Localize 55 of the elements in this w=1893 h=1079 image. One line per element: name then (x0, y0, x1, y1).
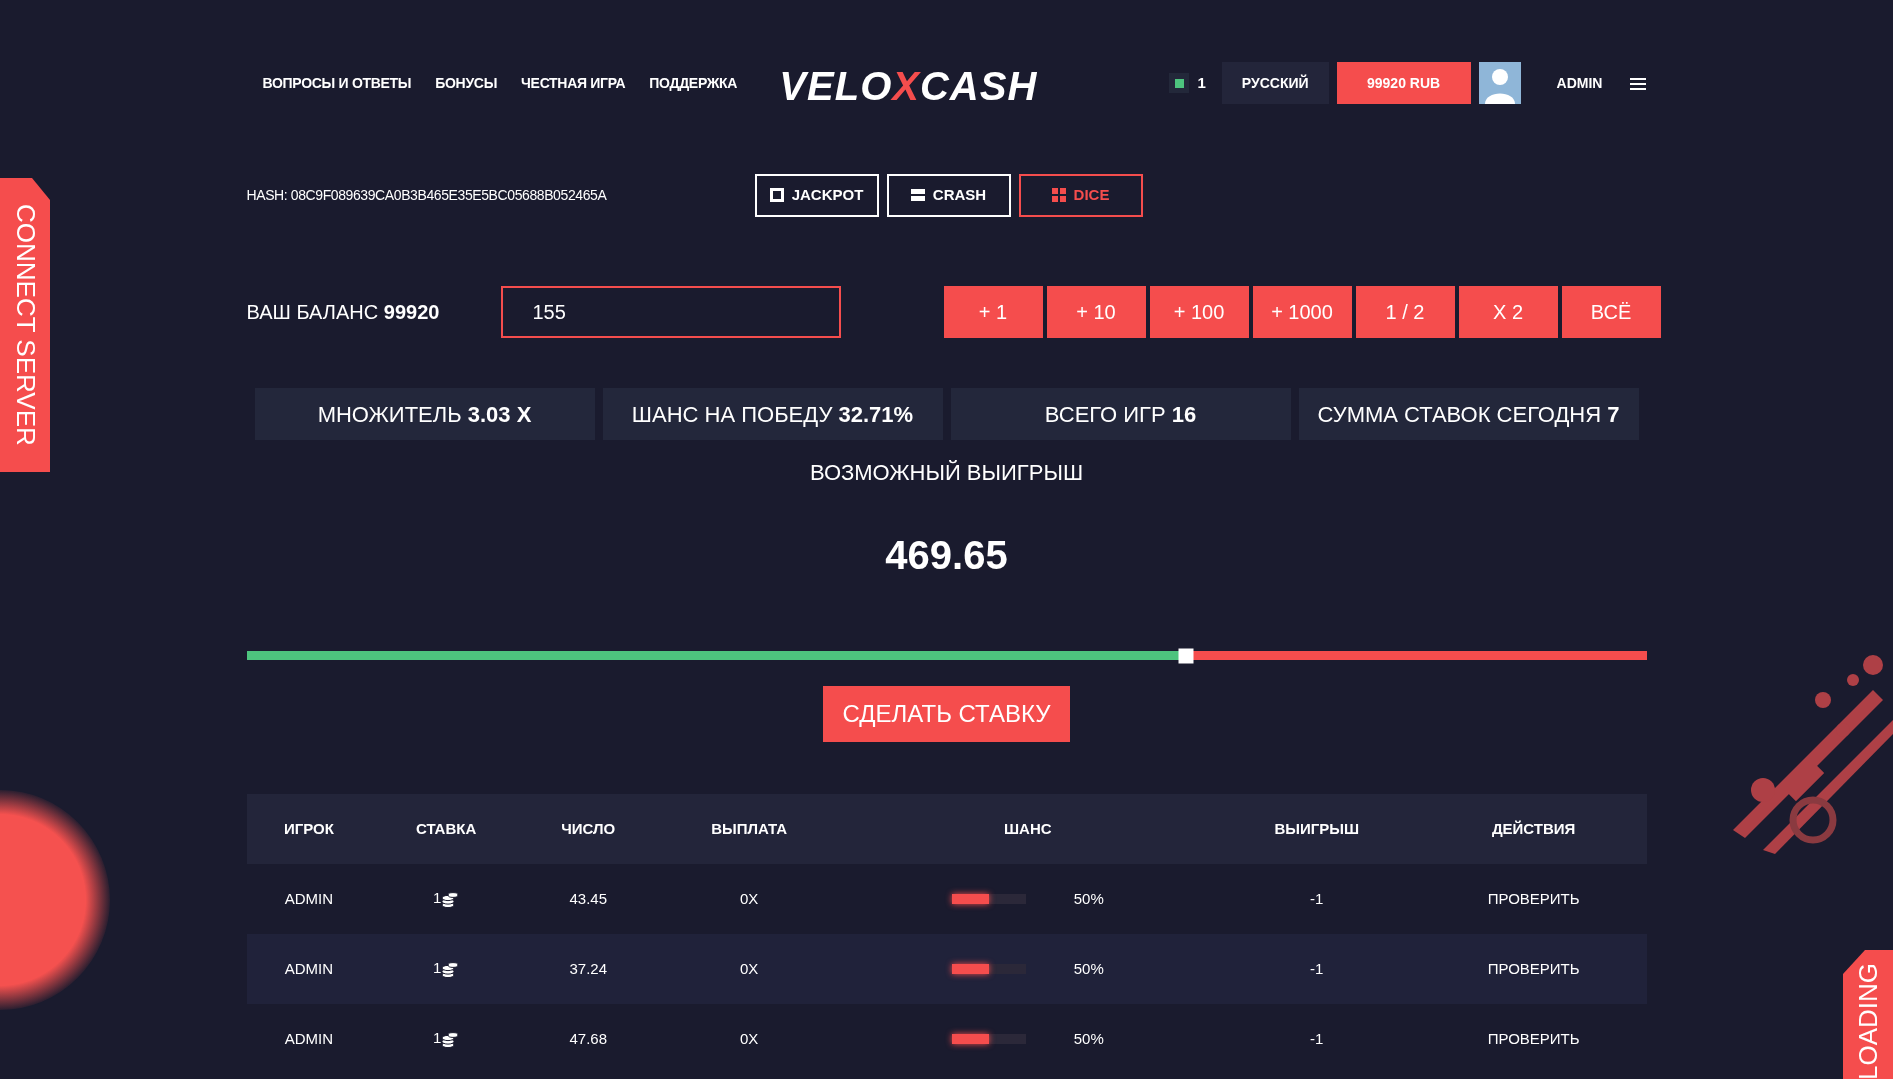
roll-number: 43.45 (569, 889, 607, 907)
win-amount: -1 (1310, 1029, 1324, 1047)
stat-panel: ВСЕГО ИГР 16 (950, 388, 1291, 440)
chance-percent: 50% (1073, 888, 1104, 909)
chance-percent: 50% (1073, 1028, 1104, 1049)
player-name: ADMIN (284, 889, 334, 907)
verify-link[interactable]: ПРОВЕРИТЬ (1487, 889, 1580, 907)
payout: 0X (739, 1029, 759, 1047)
nav-link[interactable]: ЧЕСТНАЯ ИГРА (521, 72, 626, 94)
column-header: ЧИСЛО (521, 794, 656, 864)
win-amount: -1 (1310, 959, 1324, 977)
language-button[interactable]: РУССКИЙ (1221, 62, 1329, 104)
column-header: ДЕЙСТВИЯ (1420, 794, 1647, 864)
bet-amount: 1 (432, 889, 442, 907)
verify-link[interactable]: ПРОВЕРИТЬ (1487, 1029, 1580, 1047)
column-header: СТАВКА (371, 794, 521, 864)
stat-panel: СУММА СТАВОК СЕГОДНЯ 7 (1298, 388, 1639, 440)
roll-number: 47.68 (569, 1029, 607, 1047)
win-amount: -1 (1310, 889, 1324, 907)
game-tab[interactable]: DICE (1018, 173, 1143, 217)
balance-text: ВАШ БАЛАНС 99920 (246, 300, 441, 325)
column-header: ИГРОК (246, 794, 372, 864)
column-header: ВЫИГРЫШ (1212, 794, 1421, 864)
possible-win-value: 469.65 (884, 532, 1009, 579)
player-name: ADMIN (284, 959, 334, 977)
column-header: ШАНС (842, 794, 1213, 864)
grid-icon (1051, 188, 1066, 202)
bet-input[interactable]: 155 (500, 286, 841, 338)
nav-link[interactable]: ПОДДЕРЖКА (649, 72, 738, 94)
chance-percent: 50% (1073, 958, 1104, 979)
slider-track[interactable] (246, 651, 1647, 660)
online-count: 1 (1197, 72, 1206, 93)
nav-link[interactable]: ВОПРОСЫ И ОТВЕТЫ (262, 72, 412, 94)
payout: 0X (739, 889, 759, 907)
bet-amount: 1 (432, 1029, 442, 1047)
payout: 0X (739, 959, 759, 977)
nav-link[interactable]: БОНУСЫ (435, 72, 498, 94)
game-tab[interactable]: CRASH (886, 173, 1011, 217)
bars-icon (910, 188, 925, 202)
slider-thumb[interactable] (1178, 648, 1194, 663)
possible-win-label: ВОЗМОЖНЫЙ ВЫИГРЫШ (808, 459, 1085, 487)
username[interactable]: ADMIN (1556, 72, 1603, 94)
stat-panel: МНОЖИТЕЛЬ 3.03 X (254, 388, 595, 440)
column-header: ВЫПЛАТА (655, 794, 843, 864)
game-tab[interactable]: JACKPOT (754, 173, 879, 217)
player-name: ADMIN (284, 1029, 334, 1047)
bet-amount: 1 (432, 959, 442, 977)
logo[interactable]: VELOXCASH (779, 66, 1038, 106)
stat-panel: ШАНС НА ПОБЕДУ 32.71% (602, 388, 943, 440)
avatar-icon[interactable] (1478, 62, 1521, 104)
verify-link[interactable]: ПРОВЕРИТЬ (1487, 959, 1580, 977)
hash-text: HASH: 08C9F089639CA0B3B465E35E5BC05688B052465A (246, 185, 608, 205)
square-icon (769, 188, 784, 202)
online-indicator-icon (1169, 73, 1190, 93)
roll-number: 37.24 (569, 959, 607, 977)
